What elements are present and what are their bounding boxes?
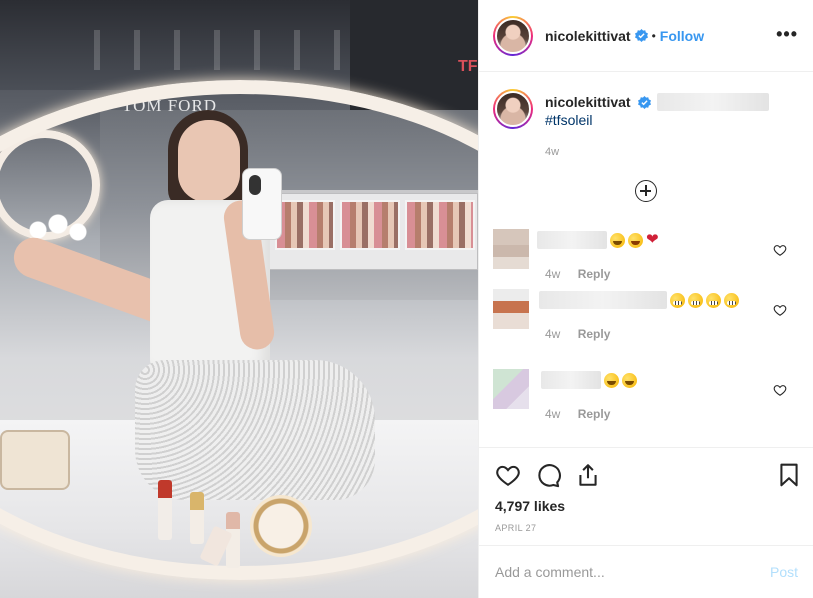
grin-emoji-icon (622, 372, 637, 388)
add-comment-input[interactable] (495, 561, 755, 583)
save-bookmark-icon[interactable] (776, 462, 802, 488)
comment-row: 4w Reply (493, 289, 813, 349)
comment-row: 4w Reply (493, 369, 813, 429)
commenter-avatar[interactable] (493, 369, 529, 409)
grimace-emoji-icon (724, 292, 739, 308)
reply-button[interactable]: Reply (578, 267, 611, 281)
comment-timestamp[interactable]: 4w (545, 327, 560, 341)
share-icon[interactable] (575, 462, 601, 488)
like-count[interactable]: 4,797 likes (495, 498, 565, 514)
blurred-caption-text (657, 93, 770, 111)
follow-button[interactable]: Follow (660, 28, 704, 44)
reply-button[interactable]: Reply (578, 327, 611, 341)
caption-username[interactable]: nicolekittivat (545, 94, 631, 110)
separator-dot: • (651, 28, 656, 43)
username-link[interactable]: nicolekittivat (545, 28, 631, 44)
commenter-avatar[interactable] (493, 229, 529, 269)
post-photo[interactable]: TOM FORD TF (0, 0, 478, 598)
instagram-post: TOM FORD TF nicolekittivat • Follow ••• … (0, 0, 813, 598)
like-heart-icon[interactable] (495, 462, 521, 488)
grimace-emoji-icon (670, 292, 685, 308)
store-sign-right: TF (458, 58, 478, 75)
hashtag-link[interactable]: #tfsoleil (545, 112, 592, 128)
grimace-emoji-icon (706, 292, 721, 308)
verified-badge-icon (638, 96, 652, 109)
post-header: nicolekittivat • Follow ••• (479, 0, 813, 72)
grin-emoji-icon (610, 232, 625, 248)
comment-timestamp[interactable]: 4w (545, 407, 560, 421)
grimace-emoji-icon (688, 292, 703, 308)
avatar[interactable] (493, 15, 533, 56)
like-comment-heart-icon[interactable] (773, 303, 787, 317)
load-more-comments-icon[interactable] (635, 180, 657, 202)
post-side-panel: nicolekittivat • Follow ••• nicolekittiv… (478, 0, 813, 598)
star-eyes-emoji-icon (628, 232, 643, 248)
caption-timestamp[interactable]: 4w (545, 146, 559, 158)
grin-emoji-icon (604, 372, 619, 388)
blurred-username[interactable] (537, 231, 607, 249)
comment-row: 4w Reply (493, 229, 813, 289)
comments-area: nicolekittivat #tfsoleil 4w ❤ 4w Reply 4… (479, 72, 813, 447)
add-comment-bar: Post (479, 545, 813, 598)
avatar[interactable] (493, 89, 533, 129)
commenter-avatar[interactable] (493, 289, 529, 329)
blurred-username[interactable] (539, 291, 667, 309)
verified-badge-icon (634, 29, 648, 42)
comment-timestamp[interactable]: 4w (545, 267, 560, 281)
caption: nicolekittivat #tfsoleil (493, 89, 770, 129)
reply-button[interactable]: Reply (578, 407, 611, 421)
like-comment-heart-icon[interactable] (773, 243, 787, 257)
post-date[interactable]: APRIL 27 (495, 523, 536, 533)
heart-emoji-icon (646, 230, 661, 248)
like-comment-heart-icon[interactable] (773, 383, 787, 397)
blurred-username[interactable] (541, 371, 601, 389)
post-comment-button[interactable]: Post (770, 564, 798, 580)
action-bar: 4,797 likes APRIL 27 (479, 447, 813, 545)
comment-bubble-icon[interactable] (535, 462, 561, 488)
more-options-icon[interactable]: ••• (776, 24, 798, 45)
